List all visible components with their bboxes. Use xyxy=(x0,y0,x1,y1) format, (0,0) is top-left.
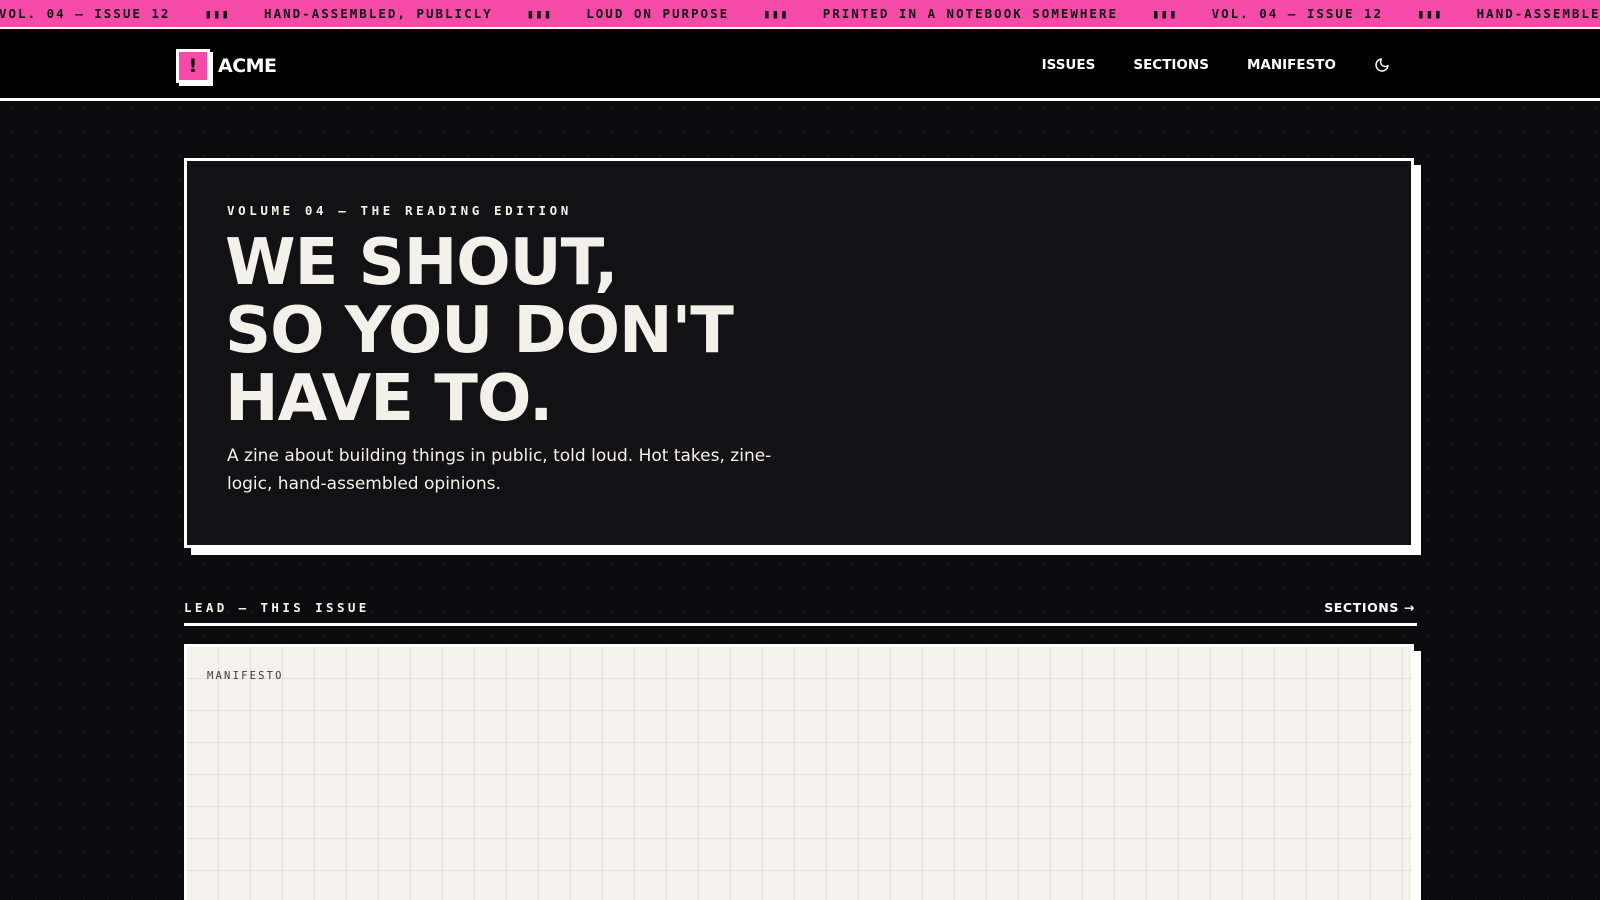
ticker-banner: VOL. 04 — ISSUE 12 ▮▮▮ HAND-ASSEMBLED, P… xyxy=(0,0,1600,29)
ticker-separator: ▮▮▮ xyxy=(1417,6,1443,21)
site-logo[interactable]: ! ACME xyxy=(176,49,277,83)
lead-article-card[interactable]: MANIFESTO xyxy=(184,644,1414,900)
ticker-separator: ▮▮▮ xyxy=(204,6,231,21)
ticker-separator: ▮▮▮ xyxy=(763,6,789,21)
hero-title-line: SO YOU DON'T xyxy=(225,294,734,368)
ticker-track: VOL. 04 — ISSUE 12 ▮▮▮ HAND-ASSEMBLED, P… xyxy=(0,0,1600,27)
ticker-item: PRINTED IN A NOTEBOOK SOMEWHERE xyxy=(822,6,1119,21)
ticker-separator: ▮▮▮ xyxy=(1152,6,1178,21)
moon-icon xyxy=(1375,57,1389,72)
ticker-separator: ▮▮▮ xyxy=(526,6,553,21)
nav-link-sections[interactable]: SECTIONS xyxy=(1133,57,1209,73)
nav-link-manifesto[interactable]: MANIFESTO xyxy=(1247,57,1336,73)
hero-kicker: VOLUME 04 — THE READING EDITION xyxy=(227,203,572,218)
lead-card-tag: MANIFESTO xyxy=(207,670,284,682)
main-nav: ISSUES SECTIONS MANIFESTO xyxy=(1004,31,1392,98)
ticker-item: HAND-ASSEMBLED, PUBLICLY xyxy=(264,6,493,21)
hero-title: WE SHOUT, SO YOU DON'T HAVE TO. xyxy=(225,229,985,433)
ticker-item: HAND-ASSEMBLED, PUBLICLY xyxy=(1476,6,1600,21)
logo-mark: ! xyxy=(176,49,210,83)
lead-section-header: LEAD — THIS ISSUE SECTIONS → xyxy=(184,596,1417,626)
nav-link-issues[interactable]: ISSUES xyxy=(1042,57,1096,73)
logo-text: ACME xyxy=(218,55,277,77)
ticker-item: LOUD ON PURPOSE xyxy=(586,6,730,21)
lead-section-label: LEAD — THIS ISSUE xyxy=(184,600,370,615)
site-header: ! ACME ISSUES SECTIONS MANIFESTO xyxy=(0,31,1600,101)
hero-title-line: WE SHOUT, xyxy=(225,226,618,300)
ticker-item: VOL. 04 — ISSUE 12 xyxy=(0,6,171,21)
hero-title-line: HAVE TO. xyxy=(225,362,553,436)
theme-toggle-button[interactable] xyxy=(1372,55,1392,75)
hero-subtitle: A zine about building things in public, … xyxy=(227,446,772,494)
sections-link[interactable]: SECTIONS → xyxy=(1324,600,1415,615)
hero-card: VOLUME 04 — THE READING EDITION WE SHOUT… xyxy=(184,158,1414,548)
ticker-item: VOL. 04 — ISSUE 12 xyxy=(1211,6,1384,21)
